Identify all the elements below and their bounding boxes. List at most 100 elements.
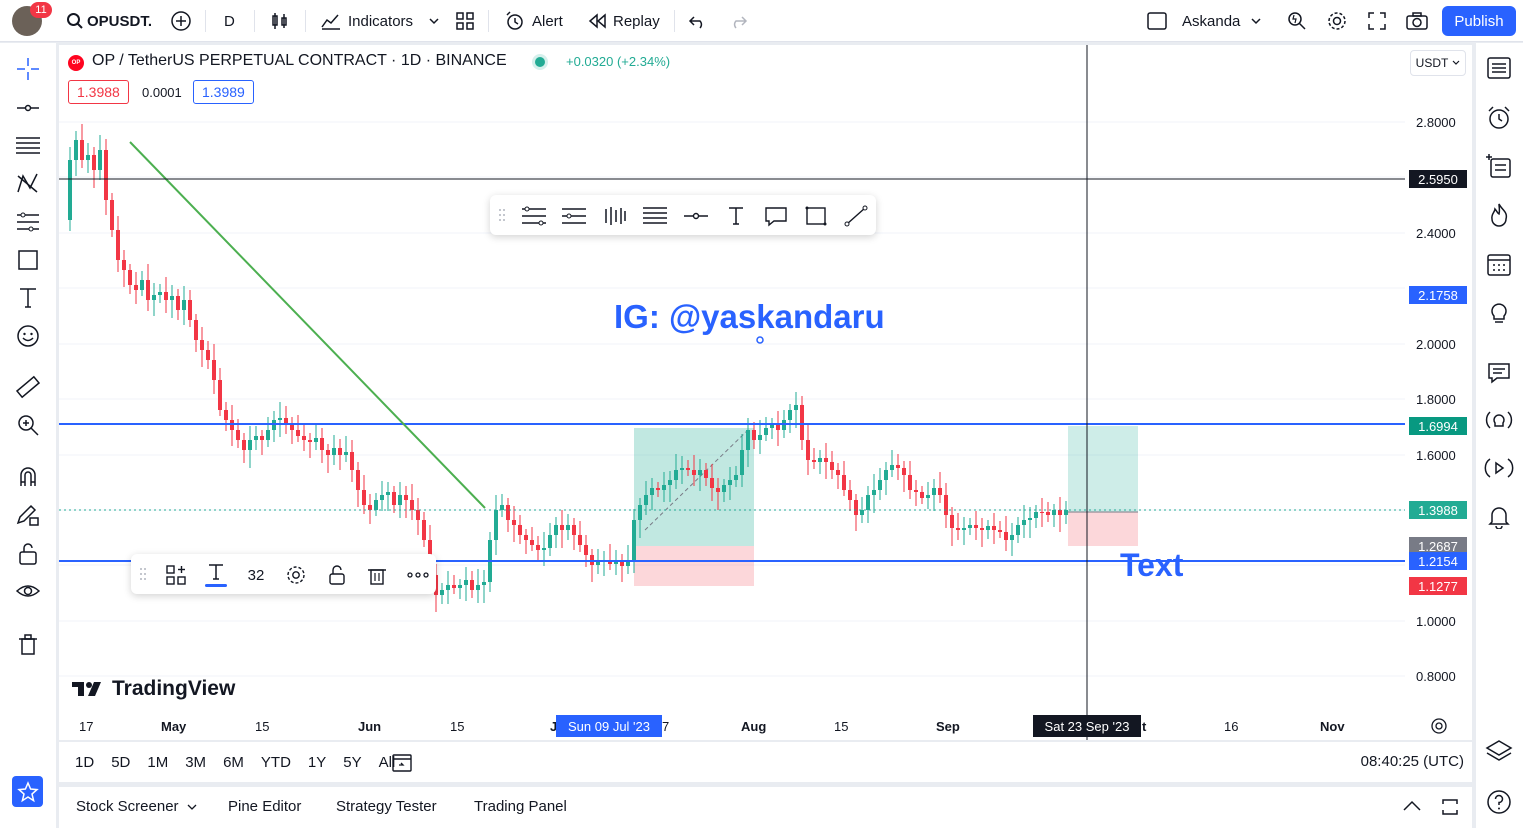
live-streams-button[interactable] (1484, 453, 1514, 483)
tradingview-watermark[interactable]: TradingView (72, 677, 235, 701)
font-size-button[interactable]: 32 (241, 560, 271, 590)
chart-pane[interactable] (59, 45, 1472, 740)
collapse-panel-button[interactable] (1402, 799, 1422, 818)
snapshot-button[interactable] (1405, 0, 1429, 42)
rectangle-button[interactable] (801, 201, 831, 231)
watchlist-button[interactable] (1484, 53, 1514, 83)
object-tree-button[interactable] (1484, 737, 1514, 767)
ideas-button[interactable] (1484, 298, 1514, 328)
fib-tool[interactable] (14, 132, 42, 160)
chart-type-button[interactable] (270, 0, 290, 42)
interval-button[interactable]: D (224, 0, 235, 42)
templates-button[interactable] (161, 560, 191, 590)
utc-clock[interactable]: 08:40:25 (UTC) (1361, 753, 1464, 770)
crosshair-tool[interactable] (14, 55, 42, 83)
fullscreen-button[interactable] (1367, 0, 1387, 42)
publish-button[interactable]: Publish (1442, 6, 1516, 36)
goto-date-button[interactable] (391, 751, 413, 778)
more-horizontal-icon (407, 572, 429, 578)
chat-icon (1488, 363, 1510, 384)
zoom-tool[interactable] (14, 411, 42, 439)
text-settings-button[interactable] (281, 560, 311, 590)
shapes-tool[interactable] (14, 246, 42, 274)
price-change: +0.0320 (+2.34%) (566, 54, 671, 69)
price-axis-label: 1.6000 (1416, 448, 1456, 463)
data-window-button[interactable] (1484, 151, 1514, 181)
tab-trading-panel[interactable]: Trading Panel (474, 798, 567, 815)
alerts-button[interactable] (1484, 103, 1514, 133)
horizontal-ray-button[interactable] (681, 201, 711, 231)
magnet-tool[interactable] (14, 463, 42, 491)
parallel-channel-button[interactable] (640, 201, 670, 231)
compare-symbol-button[interactable] (170, 0, 192, 42)
delete-drawing-button[interactable] (362, 560, 392, 590)
emoji-tool[interactable] (14, 322, 42, 350)
eye-icon (15, 585, 41, 597)
pattern-tool[interactable] (14, 169, 42, 197)
trend-line-button[interactable] (841, 201, 871, 231)
remove-drawings-tool[interactable] (14, 630, 42, 658)
watchlist-star-button[interactable] (12, 776, 43, 807)
range-button-1d[interactable]: 1D (75, 754, 102, 771)
redo-icon (733, 16, 748, 29)
market-status-icon[interactable] (535, 57, 545, 67)
tab-stock-screener[interactable]: Stock Screener (76, 798, 197, 815)
range-button-6m[interactable]: 6M (223, 754, 252, 771)
drag-handle-icon[interactable] (139, 566, 147, 582)
lock-drawing-button[interactable] (322, 560, 352, 590)
text-color-button[interactable] (201, 560, 231, 590)
bars-pattern-button[interactable] (600, 201, 630, 231)
candles-icon (272, 13, 287, 29)
text-tool[interactable] (14, 284, 42, 312)
more-options-button[interactable] (403, 560, 433, 590)
symbol-title[interactable]: OP / TetherUS PERPETUAL CONTRACT · 1D · … (92, 52, 507, 70)
sell-price-box[interactable]: 1.3988 (68, 80, 129, 104)
redo-button[interactable] (728, 0, 748, 42)
settings-button[interactable] (1326, 0, 1348, 42)
range-button-5y[interactable]: 5Y (343, 754, 369, 771)
range-button-3m[interactable]: 3M (185, 754, 214, 771)
fib-extension-button[interactable] (559, 201, 589, 231)
range-button-ytd[interactable]: YTD (261, 754, 299, 771)
replay-button[interactable]: Replay (588, 0, 660, 42)
hotlists-button[interactable] (1484, 200, 1514, 230)
quick-search-button[interactable] (1286, 0, 1308, 42)
buy-price-box[interactable]: 1.3989 (193, 80, 254, 104)
fib-retracement-button[interactable] (519, 201, 549, 231)
tab-strategy-tester[interactable]: Strategy Tester (336, 798, 437, 815)
draw-mode-tool[interactable] (14, 501, 42, 529)
forecast-tool[interactable] (14, 208, 42, 236)
symbol-search-button[interactable]: OPUSDT. (66, 0, 152, 42)
trend-line-tool[interactable] (14, 94, 42, 122)
indicators-dropdown[interactable] (428, 0, 440, 42)
range-button-1y[interactable]: 1Y (308, 754, 334, 771)
templates-button[interactable] (455, 0, 475, 42)
chats-button[interactable] (1484, 358, 1514, 388)
text-drawing[interactable]: Text (1120, 547, 1183, 584)
streams-button[interactable] (1484, 406, 1514, 436)
range-button-5d[interactable]: 5D (111, 754, 138, 771)
camera-icon (1406, 12, 1428, 30)
hide-drawings-tool[interactable] (14, 578, 42, 606)
text-button[interactable] (721, 201, 751, 231)
alert-button[interactable]: Alert (504, 0, 563, 42)
calendar-button[interactable] (1484, 249, 1514, 279)
measure-tool[interactable] (14, 373, 42, 401)
tab-pine-editor[interactable]: Pine Editor (228, 798, 301, 815)
lock-drawings-tool[interactable] (14, 540, 42, 568)
chevron-down-icon (187, 804, 197, 810)
axis-settings-button[interactable] (1430, 717, 1448, 740)
drag-handle-icon[interactable] (498, 207, 506, 223)
currency-selector[interactable]: USDT (1410, 50, 1466, 76)
undo-button[interactable] (688, 0, 708, 42)
layout-button[interactable]: Askanda (1146, 0, 1262, 42)
notifications-button[interactable] (1484, 501, 1514, 531)
help-button[interactable] (1484, 787, 1514, 817)
indicators-button[interactable]: Indicators (320, 0, 413, 42)
horizontal-line-icon (684, 212, 708, 220)
callout-button[interactable] (761, 201, 791, 231)
ig-handle-text[interactable]: IG: @yaskandaru (614, 298, 885, 336)
watermark-text: TradingView (112, 677, 236, 700)
range-button-1m[interactable]: 1M (147, 754, 176, 771)
maximize-panel-button[interactable] (1440, 797, 1460, 822)
